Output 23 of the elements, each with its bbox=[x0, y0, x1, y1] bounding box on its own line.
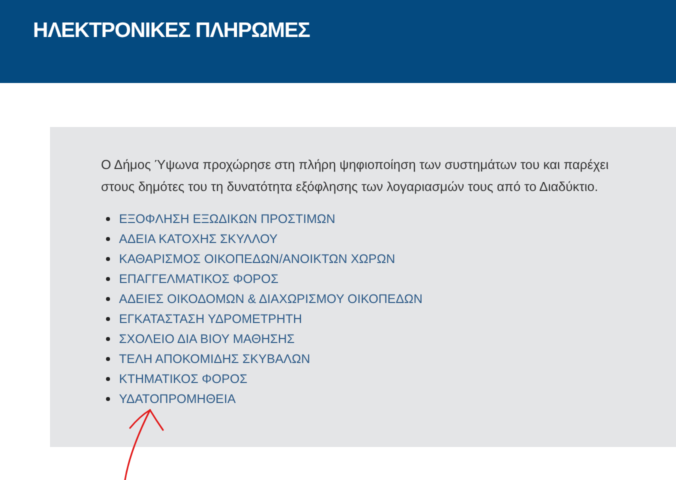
payment-link[interactable]: ΥΔΑΤΟΠΡΟΜΗΘΕΙΑ bbox=[119, 392, 236, 406]
bullet-icon bbox=[106, 217, 110, 221]
bullet-icon bbox=[106, 357, 110, 361]
bullet-icon bbox=[106, 377, 110, 381]
bullet-icon bbox=[106, 277, 110, 281]
payment-link[interactable]: ΕΠΑΓΓΕΛΜΑΤΙΚΟΣ ΦΟΡΟΣ bbox=[119, 272, 278, 286]
payment-link[interactable]: ΣΧΟΛΕΙΟ ΔΙΑ ΒΙΟΥ ΜΑΘΗΣΗΣ bbox=[119, 332, 295, 346]
payment-link[interactable]: ΚΤΗΜΑΤΙΚΟΣ ΦΟΡΟΣ bbox=[119, 372, 248, 386]
payment-link[interactable]: ΚΑΘΑΡΙΣΜΟΣ ΟΙΚΟΠΕΔΩΝ/ΑΝΟΙΚΤΩΝ ΧΩΡΩΝ bbox=[119, 252, 396, 266]
payment-link[interactable]: ΕΞΟΦΛΗΣΗ ΕΞΩΔΙΚΩΝ ΠΡΟΣΤΙΜΩΝ bbox=[119, 212, 336, 226]
bullet-icon bbox=[106, 397, 110, 401]
payment-link[interactable]: ΕΓΚΑΤΑΣΤΑΣΗ ΥΔΡΟΜΕΤΡΗΤΗ bbox=[119, 312, 302, 326]
bullet-icon bbox=[106, 337, 110, 341]
payment-link[interactable]: ΤΕΛΗ ΑΠΟΚΟΜΙΔΗΣ ΣΚΥΒΑΛΩΝ bbox=[119, 352, 310, 366]
bullet-icon bbox=[106, 317, 110, 321]
bullet-icon bbox=[106, 237, 110, 241]
bullet-icon bbox=[106, 297, 110, 301]
payment-link[interactable]: ΑΔΕΙΑ ΚΑΤΟΧΗΣ ΣΚΥΛΛΟΥ bbox=[119, 232, 278, 246]
payment-link[interactable]: ΑΔΕΙΕΣ ΟΙΚΟΔΟΜΩΝ & ΔΙΑΧΩΡΙΣΜΟΥ ΟΙΚΟΠΕΔΩΝ bbox=[119, 292, 422, 306]
bullet-icon bbox=[106, 257, 110, 261]
annotation-arrow bbox=[124, 409, 164, 480]
page-title: ΗΛΕΚΤΡΟΝΙΚΕΣ ΠΛΗΡΩΜΕΣ bbox=[33, 19, 310, 43]
intro-paragraph: Ο Δήμος Ύψωνα προχώρησε στη πλήρη ψηφιοποίηση των συστημάτων του και παρέχει στους δημότες του τη δυνατότητα εξόφλησης των λογαριασμών τους από το Διαδύκτιο. bbox=[101, 156, 610, 196]
